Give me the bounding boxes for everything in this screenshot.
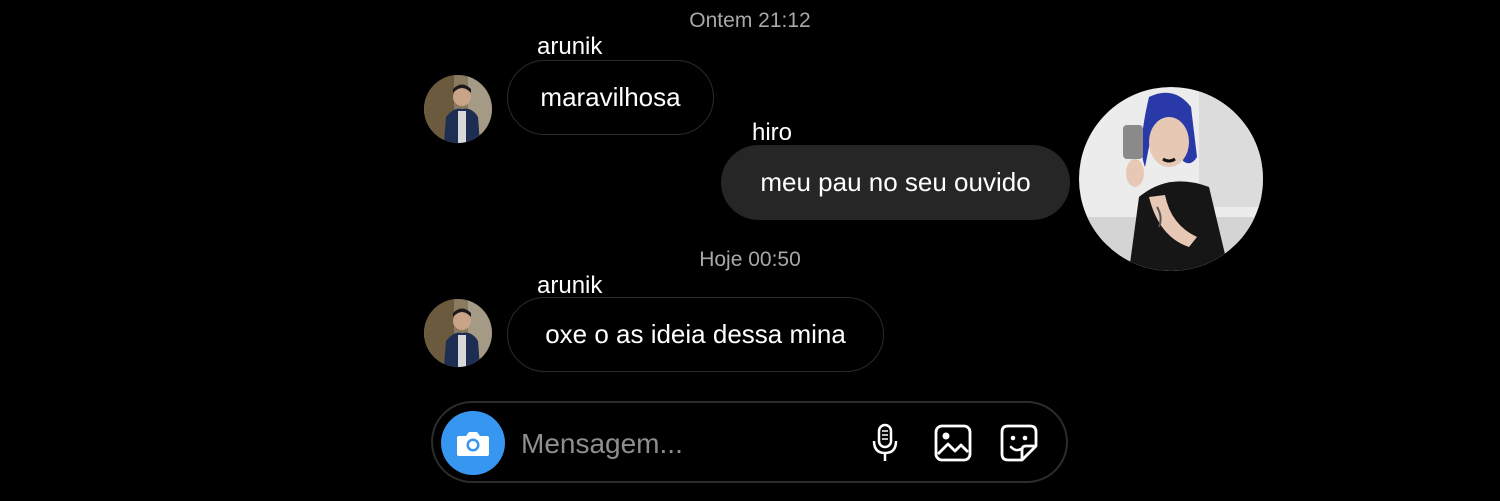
- gallery-icon: [934, 424, 972, 462]
- avatar-photo-icon: [424, 75, 492, 143]
- microphone-icon: [872, 423, 898, 461]
- message-text: meu pau no seu ouvido: [760, 167, 1031, 197]
- microphone-button[interactable]: [865, 423, 905, 463]
- sender-name: arunik: [537, 33, 603, 60]
- avatar-hiro[interactable]: [1079, 87, 1263, 271]
- camera-button[interactable]: [441, 411, 505, 475]
- message-bubble-outgoing[interactable]: meu pau no seu ouvido: [721, 145, 1070, 220]
- timestamp-hoje: Hoje 00:50: [699, 248, 801, 271]
- timestamp-ontem: Ontem 21:12: [689, 9, 811, 32]
- message-bubble-incoming[interactable]: maravilhosa: [507, 60, 714, 135]
- camera-icon: [457, 432, 489, 456]
- sender-name: hiro: [752, 119, 793, 146]
- message-text: oxe o as ideia dessa mina: [545, 319, 846, 349]
- sticker-icon: [1000, 424, 1038, 462]
- sender-name: arunik: [537, 272, 603, 299]
- avatar-photo-icon: [424, 299, 492, 367]
- message-input[interactable]: [519, 423, 843, 465]
- gallery-button[interactable]: [933, 423, 973, 463]
- avatar-photo-icon: [1079, 87, 1263, 271]
- sticker-button[interactable]: [999, 423, 1039, 463]
- message-bubble-incoming[interactable]: oxe o as ideia dessa mina: [507, 297, 884, 372]
- avatar-arunik[interactable]: [424, 75, 492, 143]
- message-composer: [431, 401, 1068, 483]
- message-text: maravilhosa: [540, 82, 681, 112]
- avatar-arunik[interactable]: [424, 299, 492, 367]
